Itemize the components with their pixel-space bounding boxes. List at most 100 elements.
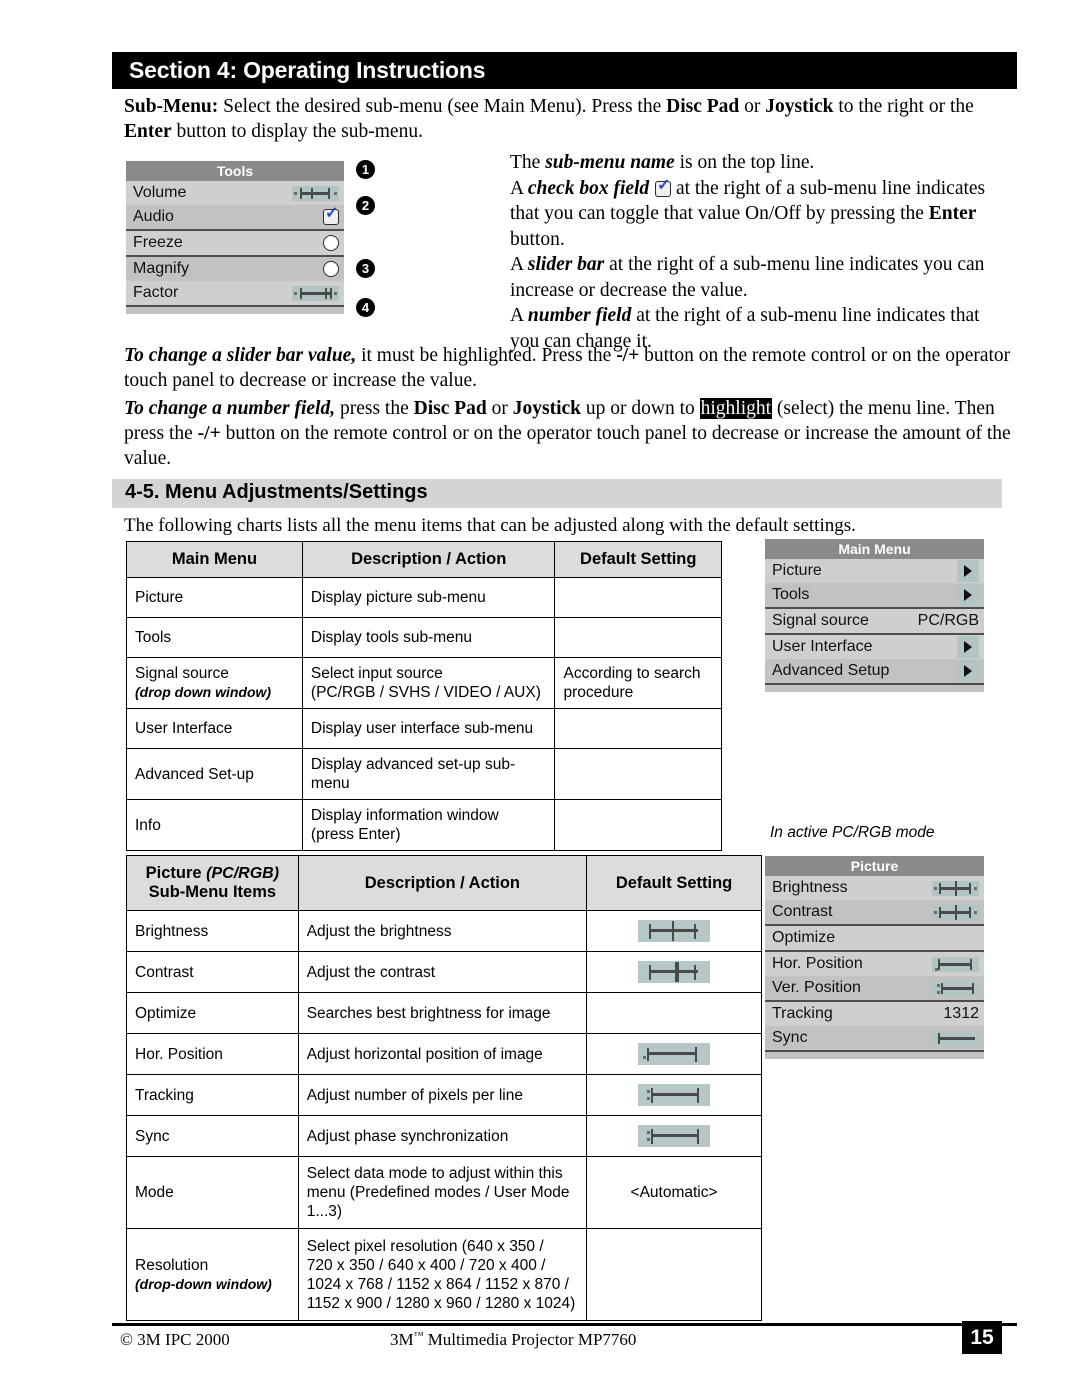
chevron-right-icon[interactable]: [957, 584, 979, 606]
cell-name: Signal source (drop down window): [126, 657, 303, 709]
cell-desc: Searches best brightness for image: [297, 992, 588, 1034]
col-header-picture-line1-b: (PC/RGB): [206, 865, 280, 882]
callout-bullet-3: 3: [356, 259, 375, 278]
cell-name: Info: [126, 799, 303, 851]
slider-icon: [638, 1043, 711, 1065]
trademark-icon: ™: [413, 1330, 424, 1342]
slider-icon[interactable]: [932, 880, 979, 896]
slider-icon[interactable]: [932, 956, 979, 972]
explain-line1-b: sub-menu name: [545, 152, 675, 173]
number-para-text-b: or: [486, 398, 513, 419]
cell-default: [554, 577, 722, 618]
circle-icon[interactable]: [323, 235, 339, 251]
subsection-heading-bar: 4-5. Menu Adjustments/Settings: [112, 479, 1002, 508]
tools-osd-label-magnify: Magnify: [133, 260, 190, 277]
picture-osd-label-tracking: Tracking: [772, 1005, 833, 1022]
cell-default: [586, 951, 762, 993]
picture-osd-row-ver-position[interactable]: Ver. Position: [765, 976, 984, 1000]
table-row: Picture Display picture sub-menu: [126, 577, 722, 618]
main-menu-osd-label-signal-source: Signal source: [772, 612, 869, 629]
cell-desc: Select pixel resolution (640 x 350 / 720…: [297, 1228, 588, 1321]
cell-name: Resolution (drop-down window): [126, 1228, 299, 1321]
picture-osd-row-tracking[interactable]: Tracking 1312: [765, 1002, 984, 1026]
explain-line1-c: is on the top line.: [674, 152, 815, 173]
table-row: Tools Display tools sub-menu: [126, 617, 722, 658]
picture-osd-label-brightness: Brightness: [772, 879, 848, 896]
picture-osd-menu[interactable]: Picture Brightness Contrast Optimize Hor…: [765, 856, 984, 1059]
picture-osd-label-sync: Sync: [772, 1029, 808, 1046]
col-header-picture-items: Picture (PC/RGB) Sub-Menu Items: [126, 855, 299, 911]
main-menu-osd[interactable]: Main Menu Picture Tools Signal source PC…: [765, 539, 984, 692]
circle-icon[interactable]: [323, 261, 339, 277]
main-menu-osd-label-user-interface: User Interface: [772, 638, 873, 655]
cell-default: [554, 708, 722, 749]
intro-text-1: Select the desired sub-menu (see Main Me…: [218, 96, 667, 117]
tools-osd-row-magnify[interactable]: Magnify: [126, 257, 344, 281]
col-header-picture-line1-a: Picture: [145, 864, 207, 882]
picture-osd-row-hor-position[interactable]: Hor. Position: [765, 952, 984, 976]
checkbox-icon[interactable]: ✓: [322, 206, 339, 225]
tools-osd-row-volume[interactable]: Volume: [126, 181, 344, 205]
main-menu-osd-row-picture[interactable]: Picture: [765, 559, 984, 583]
chevron-right-icon[interactable]: [957, 560, 979, 582]
cell-desc: Display information window (press Enter): [301, 799, 556, 851]
main-menu-osd-row-advanced-setup[interactable]: Advanced Setup: [765, 659, 984, 683]
slider-para-bold-minus-plus: -/+: [616, 345, 640, 366]
tools-osd-row-freeze[interactable]: Freeze: [126, 231, 344, 255]
main-menu-osd-row-user-interface[interactable]: User Interface: [765, 635, 984, 659]
slider-icon: [638, 1125, 711, 1147]
slider-icon[interactable]: [932, 980, 979, 996]
table-header-row: Picture (PC/RGB) Sub-Menu Items Descript…: [126, 855, 762, 911]
section-header-bar: Section 4: Operating Instructions: [112, 52, 1017, 89]
chevron-right-icon[interactable]: [957, 636, 979, 658]
slider-para-bold: To change a slider bar value,: [124, 345, 357, 366]
tools-osd-menu[interactable]: Tools Volume Audio ✓ Freeze Magnify Fact…: [126, 161, 344, 314]
main-menu-osd-row-tools[interactable]: Tools: [765, 583, 984, 607]
slider-icon[interactable]: [932, 1030, 979, 1046]
main-menu-osd-value-signal-source: PC/RGB: [917, 612, 979, 629]
cell-name: Hor. Position: [126, 1033, 299, 1075]
explanation-block: The sub-menu name is on the top line. A …: [510, 150, 1010, 354]
table-row: Signal source (drop down window) Select …: [126, 657, 722, 709]
cell-name: Mode: [126, 1156, 299, 1229]
osd-footer-band: [765, 1052, 984, 1059]
picture-osd-row-sync[interactable]: Sync: [765, 1026, 984, 1050]
cell-desc-line1: Select data mode to adjust within this: [306, 1165, 563, 1182]
col-header-default: Default Setting: [586, 855, 762, 911]
callout-bullet-1: 1: [356, 160, 375, 179]
picture-osd-row-brightness[interactable]: Brightness: [765, 876, 984, 900]
table-row: Brightness Adjust the brightness: [126, 910, 762, 952]
table-row: Hor. Position Adjust horizontal position…: [126, 1033, 762, 1075]
callout-bullet-2: 2: [356, 196, 375, 215]
main-menu-osd-row-signal-source[interactable]: Signal source PC/RGB: [765, 609, 984, 633]
slider-icon[interactable]: [932, 904, 979, 920]
main-menu-osd-title: Main Menu: [765, 539, 984, 559]
tools-osd-title: Tools: [126, 161, 344, 181]
document-page: Section 4: Operating Instructions Sub-Me…: [0, 0, 1080, 1397]
number-para-bold: To change a number field,: [124, 398, 336, 419]
number-para-bold-disc-pad: Disc Pad: [413, 398, 487, 419]
tools-osd-row-audio[interactable]: Audio ✓: [126, 205, 344, 229]
cell-desc: Adjust phase synchronization: [297, 1115, 588, 1157]
cell-default: [586, 992, 762, 1034]
footer-rule: [112, 1323, 1017, 1326]
col-header-picture-line2: Sub-Menu Items: [148, 883, 277, 901]
cell-default: [586, 1228, 762, 1321]
tools-osd-label-freeze: Freeze: [133, 234, 183, 251]
picture-osd-row-optimize[interactable]: Optimize: [765, 926, 984, 950]
cell-name: Contrast: [126, 951, 299, 993]
cell-desc-line2: (press Enter): [310, 826, 401, 843]
slider-bar-instruction-paragraph: To change a slider bar value, it must be…: [124, 343, 1019, 393]
chevron-right-icon[interactable]: [957, 660, 979, 682]
picture-osd-row-contrast[interactable]: Contrast: [765, 900, 984, 924]
cell-desc-line4: 1152 x 900 / 1280 x 960 / 1280 x 1024): [306, 1294, 576, 1312]
slider-icon[interactable]: [292, 185, 339, 201]
slider-icon[interactable]: [292, 285, 339, 301]
col-header-description: Description / Action: [297, 855, 588, 911]
tools-osd-row-factor[interactable]: Factor: [126, 281, 344, 305]
main-menu-osd-label-advanced-setup: Advanced Setup: [772, 662, 890, 679]
osd-footer-band: [765, 685, 984, 692]
intro-bold-enter: Enter: [124, 121, 172, 142]
checkbox-icon: ✓: [654, 178, 672, 198]
table-row: Advanced Set-up Display advanced set-up …: [126, 748, 722, 800]
